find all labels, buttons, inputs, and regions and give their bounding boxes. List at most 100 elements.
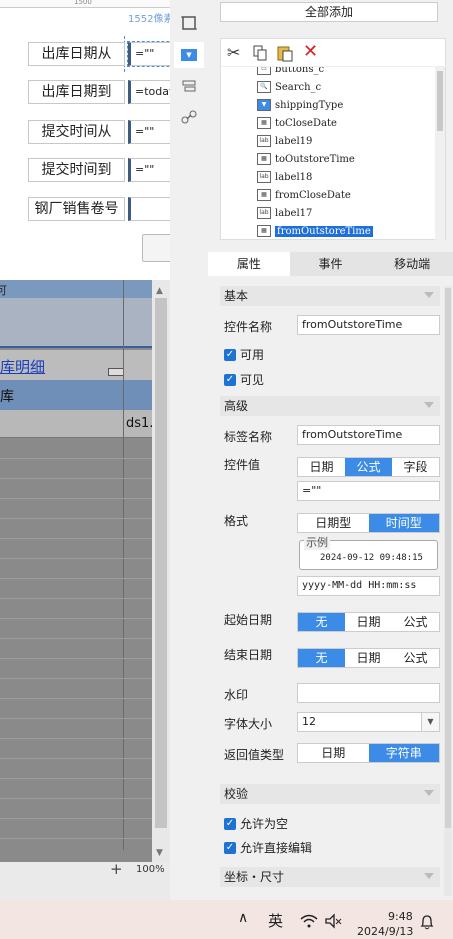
enabled-checkbox[interactable]: ✓ 可用	[224, 346, 264, 363]
option-date[interactable]: 日期	[345, 649, 392, 667]
clock-time[interactable]: 9:48	[388, 910, 413, 923]
tab-events[interactable]: 事件	[289, 252, 372, 276]
option-formula[interactable]: 公式	[345, 458, 392, 476]
option-none[interactable]: 无	[298, 649, 345, 667]
section-basic[interactable]: 基本	[220, 286, 440, 306]
field-input-from-outstore-date[interactable]: =""	[127, 41, 170, 67]
notification-bell-icon[interactable]	[420, 914, 434, 930]
query-button[interactable]	[142, 234, 170, 262]
paste-icon[interactable]	[277, 44, 293, 62]
field-input-to-outstore-date[interactable]: =today(	[128, 80, 170, 104]
canvas-statusbar: + 100%	[0, 860, 170, 900]
option-time-type[interactable]: 时间型	[368, 514, 439, 532]
allow-empty-checkbox[interactable]: ✓ 允许为空	[224, 815, 288, 832]
watermark-input[interactable]	[297, 683, 440, 703]
report-title-area	[0, 298, 152, 348]
font-size-label: 字体大小	[224, 717, 273, 731]
format-pattern-input[interactable]: yyyy-MM-dd HH:mm:ss	[297, 576, 440, 596]
tree-item-buttons_c[interactable]: ▭ buttons_c	[257, 67, 324, 77]
link-icon[interactable]	[174, 104, 204, 130]
option-string[interactable]: 字符串	[368, 744, 439, 762]
copy-icon[interactable]	[253, 45, 267, 61]
list-widget-icon[interactable]	[174, 74, 204, 100]
tray-overflow-icon[interactable]: ∧	[238, 910, 248, 926]
enabled-label: 可用	[240, 348, 265, 362]
field-input-from-submit-time[interactable]: =""	[128, 120, 170, 144]
tree-item-label17[interactable]: lab label17	[257, 205, 312, 221]
report-detail-link[interactable]: 库明细	[0, 356, 45, 377]
visible-checkbox[interactable]: ✓ 可见	[224, 371, 264, 388]
panel-scrollbar[interactable]	[444, 286, 452, 896]
field-input-to-submit-time[interactable]: =""	[128, 158, 170, 182]
chevron-down-icon[interactable]: ▼	[421, 713, 439, 731]
section-advanced[interactable]: 高级	[220, 396, 440, 416]
label-icon: lab	[257, 207, 271, 219]
design-canvas[interactable]: 1500 1552像素 出库日期从 ="" 出库日期到 =today( 提交时间…	[0, 0, 170, 280]
widget-tree: ✂ ✕ ▭ buttons_c 🔍 Search_c ▼ shippingType ▦ toC…	[220, 38, 447, 241]
tree-item-fromoutstoretime[interactable]: ▦ fromOutstoreTime	[257, 223, 373, 239]
chevron-down-icon	[424, 292, 434, 298]
font-size-select[interactable]: 12 ▼	[297, 712, 440, 732]
calendar-icon: ▦	[257, 117, 271, 129]
report-body[interactable]: 可 库明细 库 ds1. ▲ ▼ + 100%	[0, 280, 170, 900]
panel-scroll-thumb[interactable]	[445, 288, 451, 828]
tree-scrollbar[interactable]	[435, 67, 445, 241]
control-value-formula-input[interactable]: =""	[297, 481, 440, 501]
section-coordinates-title: 坐标・尺寸	[224, 870, 285, 884]
option-formula[interactable]: 公式	[392, 613, 439, 631]
section-validation[interactable]: 校验	[220, 784, 440, 804]
visible-label: 可见	[240, 373, 265, 387]
tab-properties[interactable]: 属性	[208, 252, 290, 276]
scroll-down-icon[interactable]: ▼	[156, 848, 163, 858]
label-icon: lab	[257, 171, 271, 183]
option-date[interactable]: 日期	[345, 613, 392, 631]
frame-icon[interactable]	[174, 10, 204, 36]
option-date[interactable]: 日期	[298, 744, 369, 762]
option-date[interactable]: 日期	[298, 458, 345, 476]
checkmark-icon: ✓	[224, 817, 236, 830]
option-field[interactable]: 字段	[392, 458, 439, 476]
option-none[interactable]: 无	[298, 613, 345, 631]
tree-item-shippingtype[interactable]: ▼ shippingType	[257, 97, 343, 113]
tree-item-label18[interactable]: lab label18	[257, 169, 312, 185]
system-taskbar: ∧ 英 9:48 2024/9/13	[0, 900, 453, 939]
tree-item-label: label19	[275, 135, 313, 147]
section-validation-title: 校验	[224, 787, 249, 801]
report-header-text: 可	[0, 284, 7, 297]
option-formula[interactable]: 公式	[392, 649, 439, 667]
option-date-type[interactable]: 日期型	[298, 514, 369, 532]
scroll-thumb[interactable]	[155, 298, 167, 828]
tree-item-search_c[interactable]: 🔍 Search_c	[257, 79, 321, 95]
section-coordinates-size[interactable]: 坐标・尺寸	[220, 867, 440, 887]
wifi-icon[interactable]	[300, 914, 318, 928]
zoom-level[interactable]: 100%	[136, 864, 165, 875]
canvas-width-readout: 1552像素	[128, 14, 170, 25]
control-name-input[interactable]: fromOutstoreTime	[297, 315, 440, 335]
dropdown-widget-icon[interactable]: ▼	[174, 42, 204, 68]
clock-date[interactable]: 2024/9/13	[357, 925, 413, 938]
field-input-mill-coil-no[interactable]	[128, 197, 170, 221]
delete-icon[interactable]: ✕	[303, 41, 318, 62]
zoom-in-icon[interactable]: +	[110, 860, 123, 878]
scroll-up-icon[interactable]: ▲	[156, 286, 163, 296]
tree-scroll-thumb[interactable]	[437, 71, 443, 131]
add-all-button[interactable]: 全部添加	[220, 2, 438, 22]
vertical-scrollbar[interactable]: ▲ ▼	[152, 280, 170, 862]
tree-item-tooutstoretime[interactable]: ▦ toOutstoreTime	[257, 151, 355, 167]
cut-icon[interactable]: ✂	[227, 43, 240, 62]
tree-item-label: toOutstoreTime	[275, 153, 355, 165]
tab-mobile[interactable]: 移动端	[371, 252, 453, 276]
volume-muted-icon[interactable]	[324, 913, 342, 929]
report-column-title: 库	[0, 389, 14, 405]
field-label-to-submit-time: 提交时间到	[28, 158, 125, 182]
example-value: 2024-09-12 09:48:15	[320, 553, 423, 563]
calendar-icon: ▦	[257, 189, 271, 201]
allow-direct-edit-checkbox[interactable]: ✓ 允许直接编辑	[224, 839, 312, 856]
tree-item-fromclosedate[interactable]: ▦ fromCloseDate	[257, 187, 351, 203]
ime-indicator[interactable]: 英	[268, 910, 283, 931]
tree-item-label19[interactable]: lab label19	[257, 133, 312, 149]
tag-name-input[interactable]: fromOutstoreTime	[297, 425, 440, 445]
expand-icon[interactable]	[108, 368, 124, 376]
field-label-from-outstore-date: 出库日期从	[28, 42, 125, 66]
tree-item-toclosedate[interactable]: ▦ toCloseDate	[257, 115, 337, 131]
